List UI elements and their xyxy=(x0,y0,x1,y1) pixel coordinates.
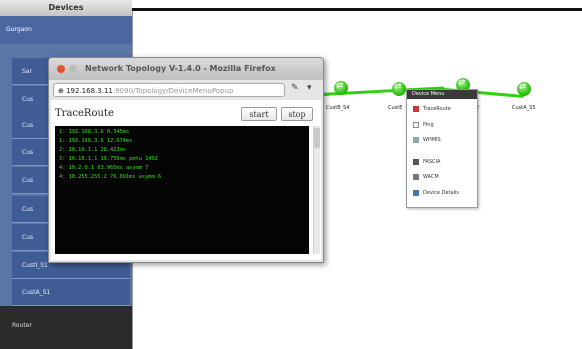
canvas-top-bar xyxy=(132,8,582,11)
whmis-icon xyxy=(413,137,419,143)
device-details-icon xyxy=(413,190,419,196)
url-bar[interactable]: ⊕ 192.168.3.11:9090/Topology/DeviceMenuP… xyxy=(53,83,285,97)
menu-item-ping[interactable]: Ping xyxy=(413,122,434,128)
output-line: 2: 10.10.1.1 28.423ms xyxy=(59,147,126,153)
context-menu-title: Device Menu xyxy=(407,90,477,99)
ping-icon xyxy=(413,122,419,128)
puzzle-icon[interactable]: ✎ xyxy=(291,83,299,93)
start-button[interactable]: start xyxy=(241,107,277,121)
node-label-custe: CustE xyxy=(388,105,403,111)
window-title-bar[interactable]: Network Topology V-1.4.0 - Mozilla Firef… xyxy=(49,58,323,80)
traceroute-output: 1: 192.168.3.6 0.345ms 1: 192.168.3.6 12… xyxy=(55,126,309,254)
minimize-window-button[interactable] xyxy=(69,65,77,73)
stop-button[interactable]: stop xyxy=(281,107,313,121)
router-node-icon[interactable] xyxy=(392,82,406,96)
close-window-button[interactable] xyxy=(57,65,65,73)
router-node-icon[interactable] xyxy=(334,81,348,95)
node-label-custb-s4: CustB_S4 xyxy=(326,105,350,111)
menu-item-device-details[interactable]: Device Details xyxy=(413,190,459,196)
menu-item-whmis[interactable]: WHMIS xyxy=(413,137,441,143)
traceroute-icon xyxy=(413,106,419,112)
output-line: 1: 192.168.3.6 0.345ms xyxy=(59,129,130,135)
sidebar-section-gurgaon[interactable]: Gurgaon xyxy=(0,16,132,44)
menu-item-fascia[interactable]: FASCIA xyxy=(413,159,440,165)
sidebar-router[interactable]: Router xyxy=(0,306,132,349)
output-line: 1: 192.168.3.6 12.674ms xyxy=(59,138,133,144)
fascia-icon xyxy=(413,159,419,165)
traceroute-heading: TraceRoute xyxy=(55,108,114,119)
sidebar-item-custa-s1[interactable]: CustA_S1 xyxy=(12,279,130,306)
device-context-menu: Device Menu TraceRoute Ping WHMIS FASCIA… xyxy=(406,89,478,208)
output-line: 4: 10.2.0.1 63.965ms asymm 7 xyxy=(59,165,149,171)
wacm-icon xyxy=(413,174,419,180)
output-line: 4: 10.255.255.2 76.891ms asymm 6 xyxy=(59,174,162,180)
menu-icon[interactable]: ▾ xyxy=(307,83,312,93)
vertical-scrollbar[interactable] xyxy=(313,126,320,254)
menu-item-traceroute[interactable]: TraceRoute xyxy=(413,106,451,112)
router-node-icon[interactable] xyxy=(517,82,531,96)
site-info-icon[interactable]: ⊕ xyxy=(58,87,66,95)
window-title: Network Topology V-1.4.0 - Mozilla Firef… xyxy=(85,64,276,73)
traceroute-panel: TraceRoute start stop 1: 192.168.3.6 0.3… xyxy=(51,100,321,260)
scrollbar-thumb[interactable] xyxy=(314,128,320,148)
menu-item-wacm[interactable]: WACM xyxy=(413,174,439,180)
output-line: 3: 10.10.1.1 19.756ms pmtu 1492 xyxy=(59,156,158,162)
sidebar-header: Devices xyxy=(0,0,132,17)
node-label-custa-s5: CustA_S5 xyxy=(512,105,536,111)
firefox-popup-window: Network Topology V-1.4.0 - Mozilla Firef… xyxy=(48,57,324,263)
